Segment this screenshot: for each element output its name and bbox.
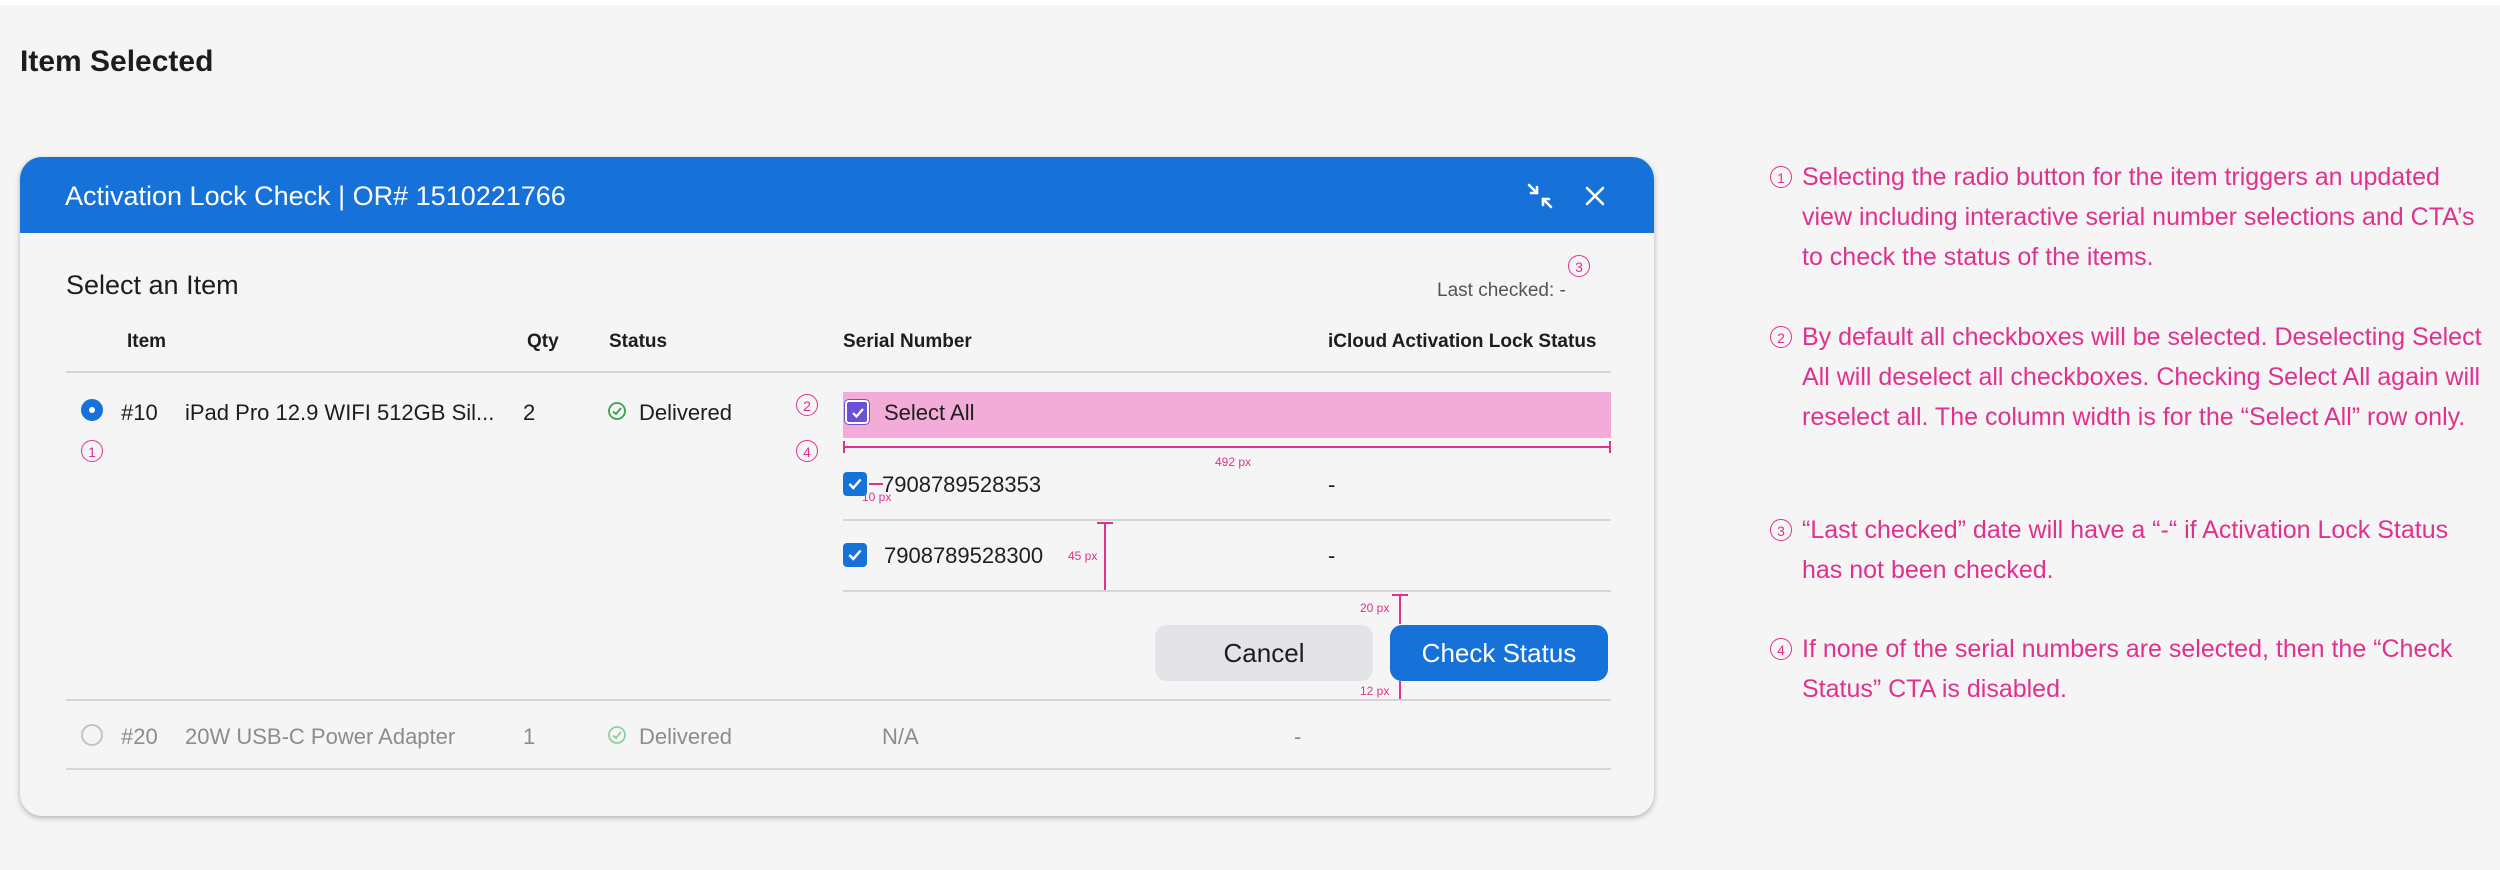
measure-tick: [843, 441, 845, 453]
item-name: iPad Pro 12.9 WIFI 512GB Sil...: [185, 400, 495, 425]
row-divider: [843, 590, 1611, 592]
header-divider: [66, 371, 1611, 373]
measure-tick: [1097, 522, 1113, 524]
measure-label-row-height: 45 px: [1068, 549, 1098, 563]
measure-line: [1399, 594, 1401, 624]
column-header-icloud-status: iCloud Activation Lock Status: [1328, 331, 1597, 352]
item-status: Delivered: [639, 400, 732, 425]
measure-tick: [1609, 441, 1611, 453]
column-header-qty: Qty: [527, 331, 559, 352]
row-divider: [66, 699, 1611, 701]
annotation-note-1: 1 Selecting the radio button for the ite…: [1770, 157, 2490, 277]
top-edge: [0, 0, 2500, 5]
last-checked-text: Last checked: -: [1437, 280, 1566, 301]
check-status-button[interactable]: Check Status: [1390, 625, 1608, 681]
item-qty: 2: [523, 400, 536, 425]
column-header-serial: Serial Number: [843, 331, 972, 352]
measure-line: [869, 483, 883, 485]
serial-number: 7908789528353: [882, 472, 1042, 497]
column-header-item: Item: [127, 331, 167, 352]
annotation-note-2: 2 By default all checkboxes will be sele…: [1770, 317, 2490, 437]
select-all-label: Select All: [884, 400, 975, 425]
annotation-marker-3: 3: [1568, 255, 1590, 277]
lock-status: -: [1328, 543, 1336, 568]
row-divider: [66, 768, 1611, 770]
dialog-title: Activation Lock Check | OR# 1510221766: [65, 181, 566, 211]
serial-number: N/A: [882, 724, 919, 749]
measure-line: [1399, 681, 1401, 701]
annotation-marker-2: 2: [796, 394, 818, 416]
lock-status: -: [1328, 472, 1336, 497]
minimize-arrows-icon[interactable]: [1525, 181, 1555, 211]
measure-label-bottom-gap: 12 px: [1360, 684, 1390, 698]
close-icon[interactable]: [1580, 181, 1610, 211]
annotation-marker-4: 4: [796, 440, 818, 462]
measure-label-width: 492 px: [1215, 455, 1252, 469]
item-number: #10: [121, 400, 158, 425]
item-radio-unselected[interactable]: [81, 724, 103, 746]
item-qty: 1: [523, 724, 536, 749]
section-title: Select an Item: [66, 270, 239, 300]
item-name: 20W USB-C Power Adapter: [185, 724, 456, 749]
item-radio-selected[interactable]: [81, 399, 103, 421]
item-number: #20: [121, 724, 158, 749]
annotation-note-4: 4 If none of the serial numbers are sele…: [1770, 629, 2490, 709]
select-all-checkbox[interactable]: [845, 400, 869, 424]
check-circle-icon: [607, 725, 627, 750]
measure-line: [1104, 522, 1106, 592]
activation-lock-dialog: Activation Lock Check | OR# 1510221766 S…: [20, 157, 1654, 816]
annotation-note-3: 3 “Last checked” date will have a “-“ if…: [1770, 510, 2490, 590]
column-header-status: Status: [609, 331, 668, 352]
row-divider: [843, 519, 1611, 521]
measure-tick: [1392, 594, 1408, 596]
dialog-header: Activation Lock Check | OR# 1510221766: [20, 157, 1654, 233]
cancel-button[interactable]: Cancel: [1155, 625, 1373, 681]
serial-checkbox[interactable]: [843, 543, 867, 567]
item-status: Delivered: [639, 724, 732, 749]
measure-label-top-gap: 20 px: [1360, 601, 1390, 615]
serial-number: 7908789528300: [884, 543, 1044, 568]
page-title: Item Selected: [20, 45, 214, 78]
measure-line: [843, 446, 1611, 448]
check-circle-icon: [607, 401, 627, 426]
lock-status: -: [1294, 724, 1302, 749]
annotation-marker-1: 1: [81, 440, 103, 462]
